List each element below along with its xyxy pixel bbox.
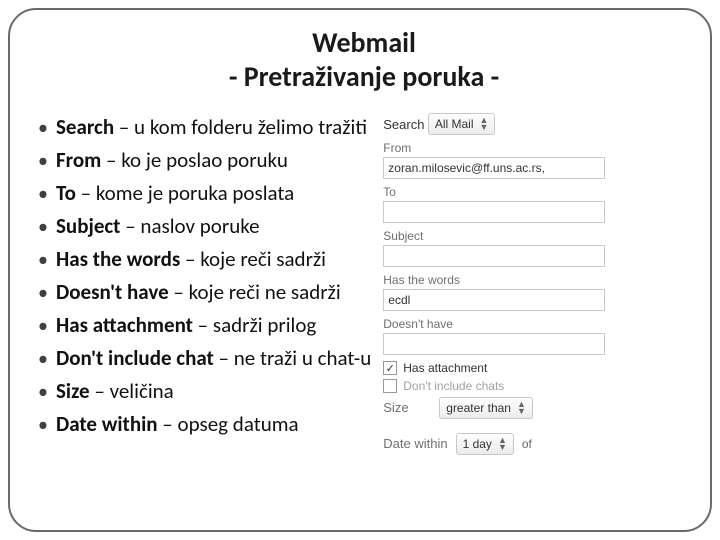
bullet-term: Doesn't have	[56, 279, 169, 305]
bullet-desc: – sadrži prilog	[193, 312, 316, 338]
size-select-value: greater than	[446, 401, 511, 415]
bullet-term: Don't include chat	[56, 345, 214, 371]
search-row: Search All Mail ▲▼	[383, 113, 605, 135]
title-line-1: Webmail	[312, 25, 416, 60]
bullet-term: To	[56, 180, 76, 206]
list-item: Search – u kom folderu želimo tražiti	[38, 111, 371, 144]
bullet-term: From	[56, 147, 101, 173]
to-row: To	[383, 185, 605, 223]
has-attachment-label: Has attachment	[403, 361, 487, 375]
list-item: Subject – naslov poruke	[38, 210, 371, 243]
bullet-desc: – u kom folderu želimo tražiti	[114, 114, 367, 140]
slide-title: Webmail - Pretraživanje poruka -	[30, 26, 698, 93]
bullet-desc: – opseg datuma	[158, 411, 299, 437]
bullet-desc: – naslov poruke	[120, 213, 259, 239]
has-attachment-row: Has attachment	[383, 361, 605, 375]
list-item: To – kome je poruka poslata	[38, 177, 371, 210]
bullet-desc: – koje reči sadrži	[180, 246, 326, 272]
has-words-input[interactable]	[383, 289, 605, 311]
size-select[interactable]: greater than ▲▼	[439, 397, 533, 419]
to-label: To	[383, 185, 605, 199]
bullet-term: Size	[56, 378, 90, 404]
date-within-row: Date within 1 day ▲▼ of	[383, 433, 605, 455]
doesnt-have-label: Doesn't have	[383, 317, 605, 331]
bullet-desc: – ko je poslao poruku	[101, 147, 288, 173]
bullet-term: Has attachment	[56, 312, 193, 338]
doesnt-have-input[interactable]	[383, 333, 605, 355]
search-options-panel: Search All Mail ▲▼ From To Subject Has t…	[379, 111, 609, 461]
list-item: Has attachment – sadrži prilog	[38, 309, 371, 342]
title-line-2: - Pretraživanje poruka -	[229, 59, 499, 94]
dont-include-chats-label: Don't include chats	[403, 379, 504, 393]
from-input[interactable]	[383, 157, 605, 179]
bullet-term: Subject	[56, 213, 120, 239]
has-words-label: Has the words	[383, 273, 605, 287]
has-words-row: Has the words	[383, 273, 605, 311]
list-item: Size – veličina	[38, 375, 371, 408]
bullet-desc: – veličina	[90, 378, 174, 404]
from-label: From	[383, 141, 605, 155]
size-row: Size greater than ▲▼	[383, 397, 605, 419]
date-within-label: Date within	[383, 436, 447, 451]
search-folder-value: All Mail	[435, 117, 474, 131]
updown-icon: ▲▼	[479, 117, 488, 131]
bullet-desc: – koje reči ne sadrži	[169, 279, 341, 305]
from-row: From	[383, 141, 605, 179]
dont-include-chats-checkbox[interactable]	[383, 379, 397, 393]
has-attachment-checkbox[interactable]	[383, 361, 397, 375]
date-within-select[interactable]: 1 day ▲▼	[456, 433, 514, 455]
doesnt-have-row: Doesn't have	[383, 317, 605, 355]
list-item: Doesn't have – koje reči ne sadrži	[38, 276, 371, 309]
bullet-term: Date within	[56, 411, 158, 437]
list-item: Has the words – koje reči sadrži	[38, 243, 371, 276]
search-folder-select[interactable]: All Mail ▲▼	[428, 113, 496, 135]
date-within-value: 1 day	[463, 437, 492, 451]
subject-label: Subject	[383, 229, 605, 243]
dont-include-chats-row: Don't include chats	[383, 379, 605, 393]
updown-icon: ▲▼	[517, 401, 526, 415]
bullet-list: Search – u kom folderu želimo tražiti Fr…	[30, 111, 371, 461]
to-input[interactable]	[383, 201, 605, 223]
list-item: From – ko je poslao poruku	[38, 144, 371, 177]
subject-row: Subject	[383, 229, 605, 267]
bullet-term: Search	[56, 114, 114, 140]
list-item: Don't include chat – ne traži u chat-u	[38, 342, 371, 375]
content-row: Search – u kom folderu želimo tražiti Fr…	[30, 111, 698, 461]
size-label: Size	[383, 400, 431, 415]
bullet-desc: – kome je poruka poslata	[76, 180, 294, 206]
bullet-desc: – ne traži u chat-u	[214, 345, 371, 371]
of-label: of	[522, 437, 532, 451]
bullet-term: Has the words	[56, 246, 180, 272]
subject-input[interactable]	[383, 245, 605, 267]
updown-icon: ▲▼	[498, 437, 507, 451]
search-label: Search	[383, 117, 424, 132]
list-item: Date within – opseg datuma	[38, 408, 371, 441]
slide-frame: Webmail - Pretraživanje poruka - Search …	[8, 8, 712, 532]
